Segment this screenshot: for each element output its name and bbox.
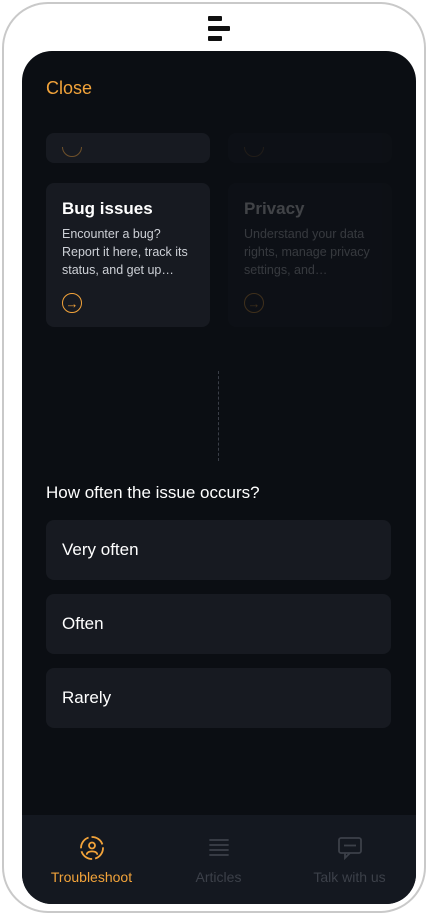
card-description: Encounter a bug? Report it here, track i… <box>62 227 188 277</box>
option-often[interactable]: Often <box>46 594 391 654</box>
nav-label: Troubleshoot <box>50 869 133 885</box>
troubleshoot-icon <box>79 836 104 860</box>
card-description: Understand your data rights, manage priv… <box>244 227 370 277</box>
nav-troubleshoot[interactable]: Troubleshoot <box>26 815 157 904</box>
nav-label: Talk with us <box>313 869 386 885</box>
option-very-often[interactable]: Very often <box>46 520 391 580</box>
arrow-circle-icon <box>62 147 82 157</box>
arrow-circle-icon <box>244 147 264 157</box>
nav-talk-with-us[interactable]: Talk with us <box>284 815 415 904</box>
nav-label: Articles <box>195 869 242 885</box>
close-button[interactable]: Close <box>46 78 92 99</box>
card-partial-right[interactable] <box>228 133 392 163</box>
card-privacy[interactable]: Privacy Understand your data rights, man… <box>228 183 392 327</box>
card-bug-issues[interactable]: Bug issues Encounter a bug? Report it he… <box>46 183 210 327</box>
arrow-right-icon[interactable]: → <box>62 293 82 313</box>
divider-dashed <box>218 371 219 461</box>
brand-logo-icon <box>204 16 234 42</box>
articles-icon <box>208 839 229 856</box>
chat-icon <box>337 837 362 861</box>
option-rarely[interactable]: Rarely <box>46 668 391 728</box>
arrow-right-icon[interactable]: → <box>244 293 264 313</box>
bottom-navigation: Troubleshoot Articles Talk with us <box>22 815 416 904</box>
card-partial-left[interactable] <box>46 133 210 163</box>
question-label: How often the issue occurs? <box>46 483 260 502</box>
card-title: Privacy <box>244 199 305 218</box>
app-screen: Close Bug issues Encounter a bug? Report… <box>22 51 416 904</box>
device-frame: Close Bug issues Encounter a bug? Report… <box>2 2 426 913</box>
nav-articles[interactable]: Articles <box>153 815 284 904</box>
card-title: Bug issues <box>62 199 153 218</box>
